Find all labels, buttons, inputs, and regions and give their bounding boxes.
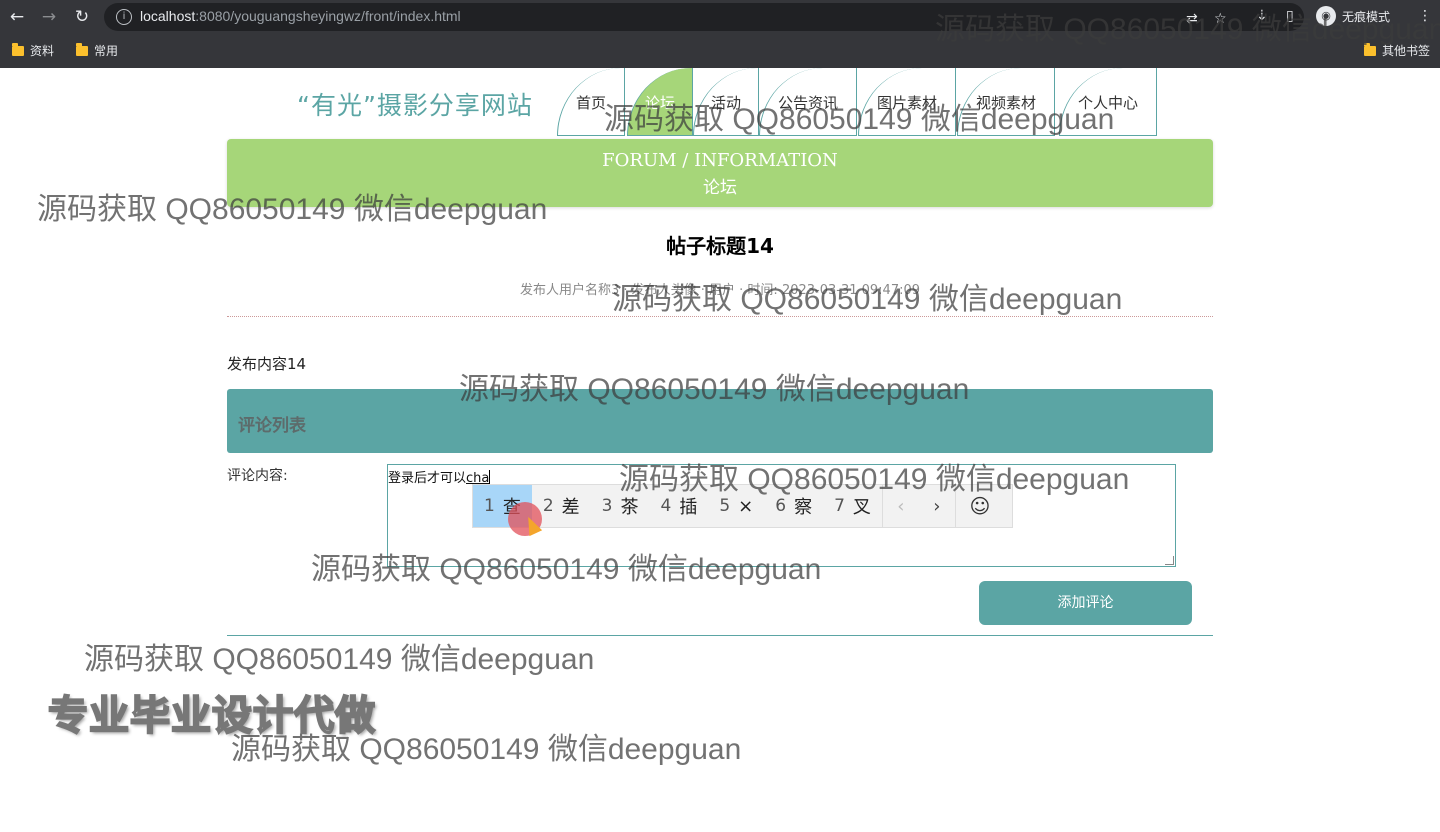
promo-overlay: 专业毕业设计代做 [47, 692, 376, 740]
folder-icon [12, 42, 24, 56]
watermark: 源码获取 QQ86050149 微信deepguan [37, 193, 548, 226]
bookmark-folder-ziliao[interactable]: 资料 [12, 42, 54, 59]
comment-label: 评论内容: [227, 468, 288, 484]
post-title: 帖子标题14 [666, 234, 774, 258]
bookmark-folder-changyong[interactable]: 常用 [76, 42, 118, 59]
back-icon[interactable]: ← [6, 6, 28, 28]
ime-prev-page-icon[interactable]: ‹ [883, 496, 919, 517]
watermark: 源码获取 QQ86050149 微信deepguan [84, 643, 595, 676]
add-comment-button[interactable]: 添加评论 [979, 581, 1192, 625]
watermark: 源码获取 QQ86050149 微信deepguan [619, 463, 1130, 496]
watermark: 源码获取 QQ86050149 微信deepguan [935, 13, 1440, 46]
banner-english: FORUM / INFORMATION [602, 150, 838, 171]
resize-handle[interactable] [1165, 556, 1174, 565]
post-content: 发布内容14 [227, 355, 307, 373]
watermark: 源码获取 QQ86050149 微信deepguan [604, 103, 1115, 136]
url-text: localhost:8080/youguangsheyingwz/front/i… [140, 8, 461, 24]
watermark: 源码获取 QQ86050149 微信deepguan [311, 553, 822, 586]
site-info-icon[interactable]: i [116, 9, 132, 25]
watermark: 源码获取 QQ86050149 微信deepguan [459, 373, 970, 406]
folder-icon [76, 42, 88, 56]
reload-icon[interactable]: ↻ [71, 6, 93, 28]
forward-icon[interactable]: → [38, 6, 60, 28]
ime-next-page-icon[interactable]: › [919, 496, 955, 517]
site-title[interactable]: “有光”摄影分享网站 [297, 86, 533, 122]
watermark: 源码获取 QQ86050149 微信deepguan [612, 283, 1123, 316]
